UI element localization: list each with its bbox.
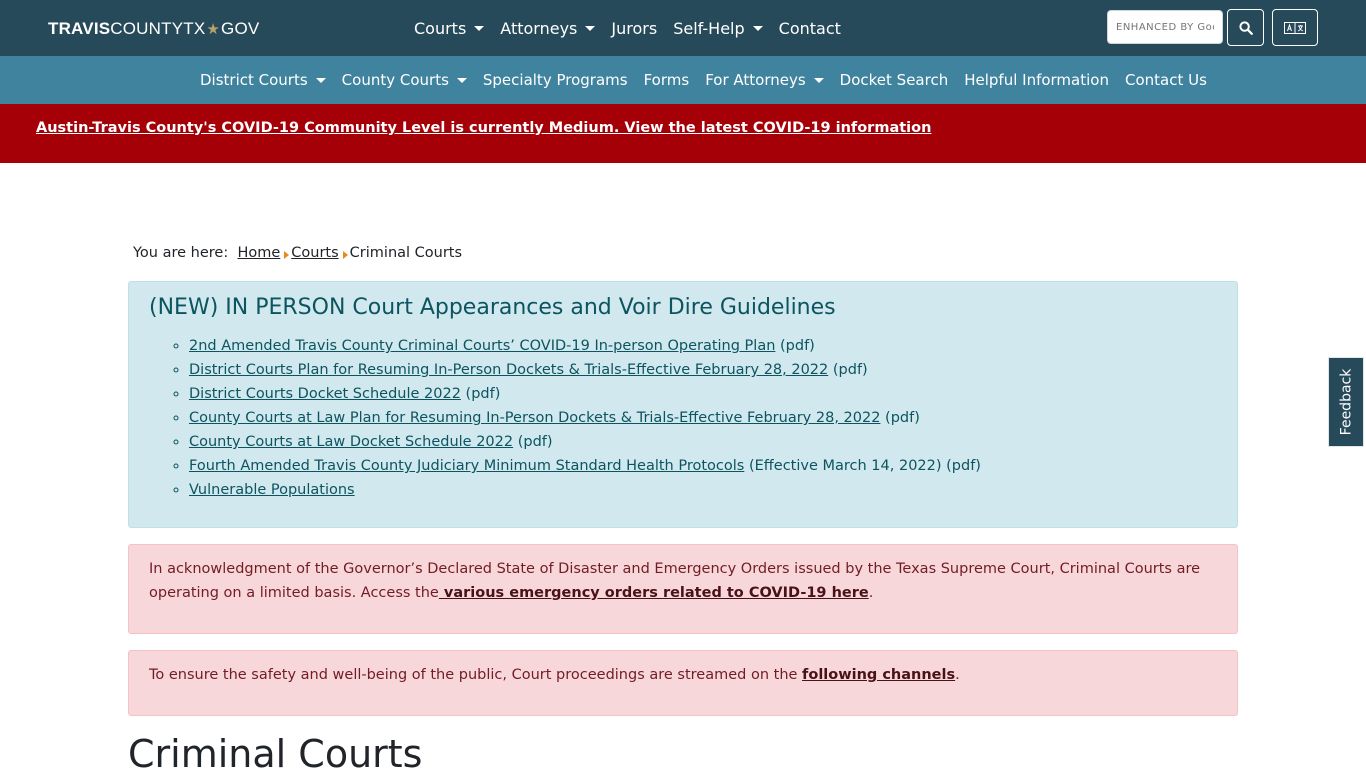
nav-label: Attorneys: [500, 18, 578, 38]
feedback-label: Feedback: [1338, 368, 1355, 436]
in-person-guidelines-box: (NEW) IN PERSON Court Appearances and Vo…: [128, 281, 1238, 528]
main-nav: Courts Attorneys Jurors Self-Help Contac…: [406, 0, 849, 56]
nav-label: Contact: [778, 18, 841, 38]
list-item: County Courts at Law Plan for Resuming I…: [189, 406, 981, 430]
list-item: District Courts Docket Schedule 2022 (pd…: [189, 382, 981, 406]
subnav-label: Forms: [643, 71, 690, 89]
subnav-label: Contact Us: [1124, 71, 1207, 89]
nav-self-help[interactable]: Self-Help: [665, 19, 770, 38]
subnav-forms[interactable]: Forms: [636, 71, 698, 89]
subnav-label: County Courts: [341, 71, 449, 89]
subnav-label: Helpful Information: [964, 71, 1109, 89]
breadcrumb-home[interactable]: Home: [237, 245, 280, 261]
subnav-label: Specialty Programs: [482, 71, 628, 89]
breadcrumb-arrow-icon: [284, 251, 290, 259]
breadcrumb-courts[interactable]: Courts: [291, 245, 338, 261]
logo-text-travis: TRAVIS: [48, 19, 111, 38]
list-item: District Courts Plan for Resuming In-Per…: [189, 358, 981, 382]
guideline-link[interactable]: County Courts at Law Plan for Resuming I…: [189, 410, 880, 426]
alert-text: To ensure the safety and well-being of t…: [149, 667, 803, 683]
site-logo[interactable]: TRAVISCOUNTYTX★GOV: [48, 19, 259, 39]
link-suffix: (pdf): [880, 410, 920, 426]
secondary-nav: District Courts County Courts Specialty …: [192, 56, 1215, 104]
search-input[interactable]: [1108, 11, 1222, 43]
list-item: County Courts at Law Docket Schedule 202…: [189, 430, 981, 454]
breadcrumb-arrow-icon: [342, 251, 348, 259]
nav-label: Courts: [414, 18, 467, 38]
subnav-specialty-programs[interactable]: Specialty Programs: [475, 71, 636, 89]
emergency-orders-link[interactable]: various emergency orders related to COVI…: [439, 585, 869, 601]
logo-text-countytx: COUNTYTX: [110, 19, 206, 38]
subnav-district-courts[interactable]: District Courts: [192, 71, 334, 89]
subnav-docket-search[interactable]: Docket Search: [832, 71, 957, 89]
caret-down-icon: [315, 77, 326, 83]
breadcrumb-current: Criminal Courts: [349, 245, 463, 261]
guideline-link[interactable]: Vulnerable Populations: [189, 482, 355, 498]
subnav-helpful-information[interactable]: Helpful Information: [956, 71, 1117, 89]
feedback-tab[interactable]: Feedback: [1328, 357, 1364, 447]
translate-button[interactable]: [1272, 9, 1318, 46]
search-box: [1107, 10, 1223, 44]
page-title: Criminal Courts: [128, 732, 423, 776]
breadcrumb: You are here: Home Courts Criminal Courts: [133, 245, 462, 261]
guideline-link[interactable]: Fourth Amended Travis County Judiciary M…: [189, 458, 744, 474]
covid-banner-link[interactable]: Austin-Travis County's COVID-19 Communit…: [36, 120, 931, 136]
subnav-label: Docket Search: [839, 71, 949, 89]
link-suffix: (pdf): [775, 338, 815, 354]
guideline-link[interactable]: District Courts Docket Schedule 2022: [189, 386, 461, 402]
covid-banner: Austin-Travis County's COVID-19 Communit…: [0, 104, 1366, 163]
caret-down-icon: [813, 77, 824, 83]
nav-contact[interactable]: Contact: [771, 19, 849, 38]
link-suffix: (pdf): [828, 362, 868, 378]
search-icon: [1238, 20, 1253, 35]
nav-label: Jurors: [611, 18, 658, 38]
nav-label: Self-Help: [673, 18, 745, 38]
following-channels-link[interactable]: following channels: [802, 667, 955, 683]
link-suffix: (pdf): [460, 386, 501, 402]
subnav-county-courts[interactable]: County Courts: [334, 71, 475, 89]
top-navbar: TRAVISCOUNTYTX★GOV Courts Attorneys Juro…: [0, 0, 1366, 56]
translate-icon: [1284, 21, 1306, 34]
breadcrumb-prefix: You are here:: [133, 245, 229, 261]
guideline-link[interactable]: District Courts Plan for Resuming In-Per…: [189, 362, 828, 378]
nav-courts[interactable]: Courts: [406, 19, 492, 38]
link-suffix: (Effective March 14, 2022) (pdf): [744, 458, 981, 474]
link-suffix: (pdf): [513, 434, 553, 450]
nav-attorneys[interactable]: Attorneys: [492, 19, 603, 38]
subnav-for-attorneys[interactable]: For Attorneys: [697, 71, 831, 89]
guidelines-title: (NEW) IN PERSON Court Appearances and Vo…: [149, 295, 836, 320]
guideline-link[interactable]: County Courts at Law Docket Schedule 202…: [189, 434, 513, 450]
caret-down-icon: [752, 25, 763, 31]
secondary-navbar: District Courts County Courts Specialty …: [0, 56, 1366, 104]
search-button[interactable]: [1227, 9, 1264, 46]
list-item: Fourth Amended Travis County Judiciary M…: [189, 454, 981, 478]
list-item: 2nd Amended Travis County Criminal Court…: [189, 334, 981, 358]
caret-down-icon: [474, 25, 485, 31]
subnav-contact-us[interactable]: Contact Us: [1117, 71, 1215, 89]
emergency-orders-alert: In acknowledgment of the Governor’s Decl…: [128, 544, 1238, 634]
list-item: Vulnerable Populations: [189, 478, 981, 502]
logo-text-gov: GOV: [221, 19, 260, 38]
streaming-alert: To ensure the safety and well-being of t…: [128, 650, 1238, 716]
nav-jurors[interactable]: Jurors: [603, 19, 665, 38]
caret-down-icon: [585, 25, 596, 31]
guidelines-list: 2nd Amended Travis County Criminal Court…: [149, 334, 981, 502]
star-icon: ★: [206, 21, 221, 38]
subnav-label: For Attorneys: [705, 71, 806, 89]
caret-down-icon: [456, 77, 467, 83]
guideline-link[interactable]: 2nd Amended Travis County Criminal Court…: [189, 338, 775, 354]
alert-text-end: .: [955, 667, 960, 683]
alert-text-end: .: [868, 585, 874, 601]
subnav-label: District Courts: [200, 71, 308, 89]
